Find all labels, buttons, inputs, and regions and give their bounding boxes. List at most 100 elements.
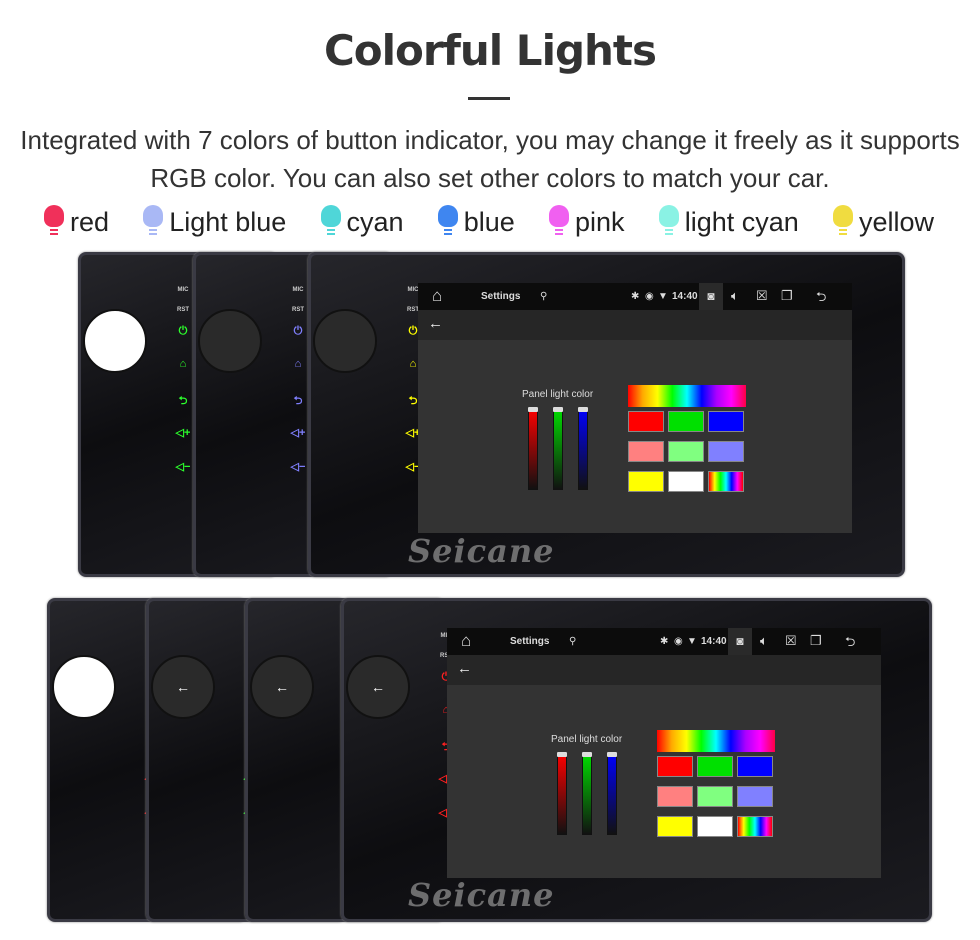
color-swatch[interactable]	[668, 471, 704, 492]
color-spectrum[interactable]	[628, 385, 746, 407]
legend-label: light cyan	[684, 206, 799, 237]
legend-item: Light blue	[143, 205, 286, 239]
color-swatch[interactable]	[657, 756, 693, 777]
color-slider[interactable]	[582, 752, 592, 835]
legend-label: blue	[463, 206, 515, 237]
legend-item: blue	[437, 205, 515, 239]
clock: 14:40	[672, 291, 698, 302]
legend-item: red	[44, 205, 109, 239]
screen: ⌂ ⚲ ✱ ◉ ▼ Settings 14:40 ◙ 🔈︎ ☒ ❐ ⮌ ← Panel light col…	[447, 628, 881, 878]
watermark: Seicane	[408, 532, 555, 570]
legend-item: light cyan	[658, 205, 799, 239]
slider-handle	[553, 407, 563, 412]
sub-header: ←	[418, 310, 852, 340]
color-swatch[interactable]	[737, 816, 773, 837]
back-arrow-icon: ←	[371, 679, 385, 695]
wifi-icon: ▼	[687, 636, 697, 647]
legend-label: pink	[574, 206, 625, 237]
close-app-icon[interactable]: ☒	[785, 633, 797, 649]
slider-handle	[578, 407, 588, 412]
color-swatch[interactable]	[668, 441, 704, 462]
camera-icon: ◙	[728, 628, 752, 655]
location-icon: ◉	[645, 291, 654, 302]
color-swatch[interactable]	[657, 786, 693, 807]
app-title: Settings	[481, 291, 521, 302]
color-swatch[interactable]	[697, 816, 733, 837]
volume-icon[interactable]: 🔈︎	[731, 288, 739, 304]
color-slider[interactable]	[553, 407, 563, 490]
color-swatch[interactable]	[697, 786, 733, 807]
bulb-base	[838, 227, 847, 237]
bulb-glass	[44, 205, 64, 227]
watermark: Seicane	[408, 876, 555, 914]
color-swatch[interactable]	[668, 411, 704, 432]
color-swatch[interactable]	[708, 411, 744, 432]
color-slider[interactable]	[528, 407, 538, 490]
status-bar: ⌂ ⚲ ✱ ◉ ▼ Settings 14:40 ◙ 🔈︎ ☒ ❐ ⮌	[418, 283, 852, 310]
bulb-glass	[658, 205, 679, 227]
bulb-icon	[658, 205, 679, 239]
color-swatch[interactable]	[628, 441, 664, 462]
bulb-glass	[548, 205, 569, 227]
back-arrow-icon[interactable]: ←	[428, 315, 443, 332]
sub-header: ←	[447, 655, 881, 685]
color-swatch[interactable]	[737, 786, 773, 807]
bulb-icon	[320, 205, 341, 239]
slider-handle	[607, 752, 617, 757]
legend-label: yellow	[858, 206, 934, 237]
bulb-icon	[548, 205, 569, 239]
bulb-base	[326, 227, 335, 237]
bulb-base	[554, 227, 563, 237]
color-swatch[interactable]	[657, 816, 693, 837]
legend-label: red	[70, 206, 110, 237]
legend-label: cyan	[346, 206, 404, 237]
back-icon[interactable]: ⮌	[816, 288, 826, 310]
color-legend: red Light blue cyan blue pink light cyan yello…	[44, 205, 934, 239]
bulb-glass	[143, 205, 164, 227]
description: Integrated with 7 colors of button indic…	[20, 125, 960, 193]
home-icon: ⌂	[432, 286, 443, 305]
status-bar: ⌂ ⚲ ✱ ◉ ▼ Settings 14:40 ◙ 🔈︎ ☒ ❐ ⮌	[447, 628, 881, 655]
knob	[313, 309, 377, 373]
color-swatch[interactable]	[708, 441, 744, 462]
color-slider[interactable]	[578, 407, 588, 490]
bluetooth-icon: ✱	[660, 636, 669, 647]
bulb-base	[149, 227, 158, 237]
slider-handle	[528, 407, 538, 412]
back-arrow-icon: ←	[176, 679, 190, 695]
back-arrow-icon[interactable]: ←	[457, 660, 472, 677]
color-spectrum[interactable]	[657, 730, 775, 752]
title-divider	[468, 97, 510, 100]
color-slider[interactable]	[607, 752, 617, 835]
bulb-base	[443, 227, 452, 237]
volume-icon[interactable]: 🔈︎	[760, 633, 768, 649]
color-swatch[interactable]	[708, 471, 744, 492]
legend-label: Light blue	[169, 206, 287, 237]
usb-icon: ⚲	[540, 291, 548, 302]
screen: ⌂ ⚲ ✱ ◉ ▼ Settings 14:40 ◙ 🔈︎ ☒ ❐ ⮌ ← Panel light col…	[418, 283, 852, 533]
slider-handle	[557, 752, 567, 757]
legend-item: cyan	[320, 205, 404, 239]
back-icon[interactable]: ⮌	[845, 633, 855, 655]
color-swatch[interactable]	[628, 411, 664, 432]
color-slider[interactable]	[557, 752, 567, 835]
page-title: Colorful Lights	[323, 26, 657, 75]
bulb-icon	[437, 205, 458, 239]
bulb-glass	[320, 205, 341, 227]
bulb-icon	[832, 205, 853, 239]
color-swatch[interactable]	[737, 756, 773, 777]
bulb-glass	[437, 205, 458, 227]
color-swatch[interactable]	[697, 756, 733, 777]
panel-light-label: Panel light color	[551, 734, 623, 745]
close-app-icon[interactable]: ☒	[756, 288, 768, 304]
home-icon: ⌂	[461, 631, 472, 650]
usb-icon: ⚲	[569, 636, 577, 647]
recent-apps-icon[interactable]: ❐	[781, 288, 793, 304]
knob: ←	[346, 655, 410, 719]
knob: ←	[250, 655, 314, 719]
panel-light-label: Panel light color	[522, 389, 594, 400]
knob: ←	[151, 655, 215, 719]
color-swatch[interactable]	[628, 471, 664, 492]
knob	[198, 309, 262, 373]
recent-apps-icon[interactable]: ❐	[810, 633, 822, 649]
